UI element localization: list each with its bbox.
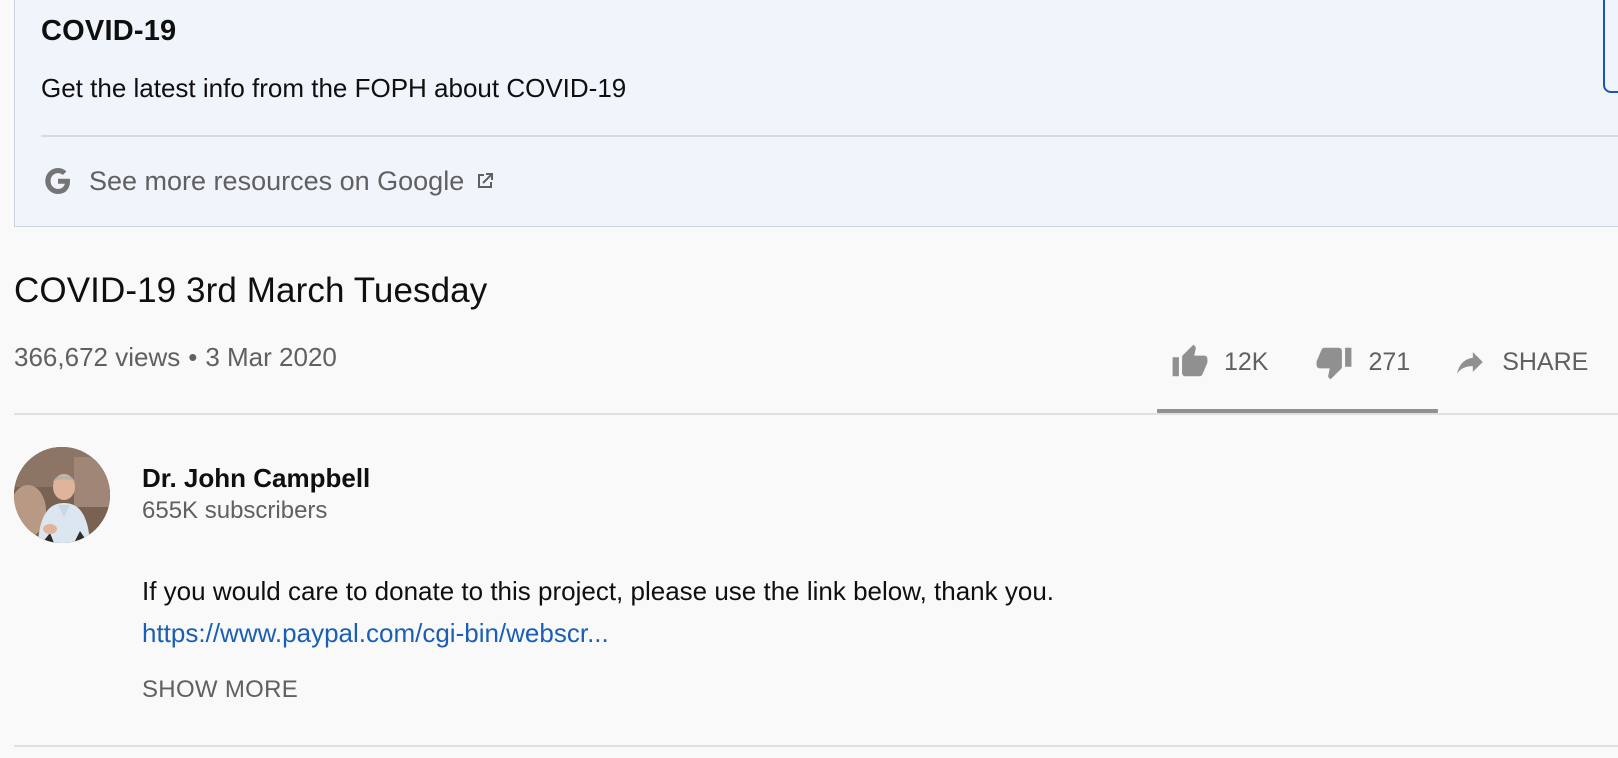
thumbs-up-icon <box>1170 343 1210 381</box>
upload-date: 3 Mar 2020 <box>205 342 337 372</box>
subscriber-count: 655K subscribers <box>142 497 328 524</box>
thumbs-down-icon <box>1314 343 1354 381</box>
see-more-resources-label[interactable]: See more resources on Google <box>89 166 464 197</box>
info-panel-title: COVID-19 <box>41 15 177 47</box>
info-panel-action-button[interactable] <box>1603 0 1618 93</box>
channel-avatar[interactable] <box>14 447 110 543</box>
share-arrow-icon <box>1452 345 1488 379</box>
view-count: 366,672 views <box>14 342 181 372</box>
video-description: If you would care to donate to this proj… <box>142 576 1055 606</box>
dislike-button[interactable]: 271 <box>1314 343 1410 381</box>
bottom-divider <box>14 745 1618 747</box>
meta-separator: • <box>188 342 198 372</box>
video-actions: 12K 271 SHARE <box>1170 340 1588 384</box>
show-more-button[interactable]: SHOW MORE <box>142 676 298 704</box>
google-g-icon <box>41 164 75 198</box>
video-meta: 366,672 views • 3 Mar 2020 <box>14 342 337 373</box>
video-title: COVID-19 3rd March Tuesday <box>14 271 488 310</box>
like-count: 12K <box>1224 347 1269 376</box>
share-button[interactable]: SHARE <box>1452 345 1588 379</box>
like-button[interactable]: 12K <box>1170 343 1268 381</box>
external-link-icon <box>474 170 496 192</box>
section-divider <box>14 413 1618 415</box>
info-panel-divider <box>41 135 1618 137</box>
dislike-count: 271 <box>1368 347 1411 376</box>
covid-info-panel: COVID-19 Get the latest info from the FO… <box>14 0 1618 227</box>
share-label: SHARE <box>1502 347 1589 376</box>
see-more-resources-link[interactable]: See more resources on Google <box>41 159 496 203</box>
channel-name[interactable]: Dr. John Campbell <box>142 463 370 494</box>
info-panel-text: Get the latest info from the FOPH about … <box>41 73 627 103</box>
donation-link[interactable]: https://www.paypal.com/cgi-bin/webscr... <box>142 618 609 649</box>
